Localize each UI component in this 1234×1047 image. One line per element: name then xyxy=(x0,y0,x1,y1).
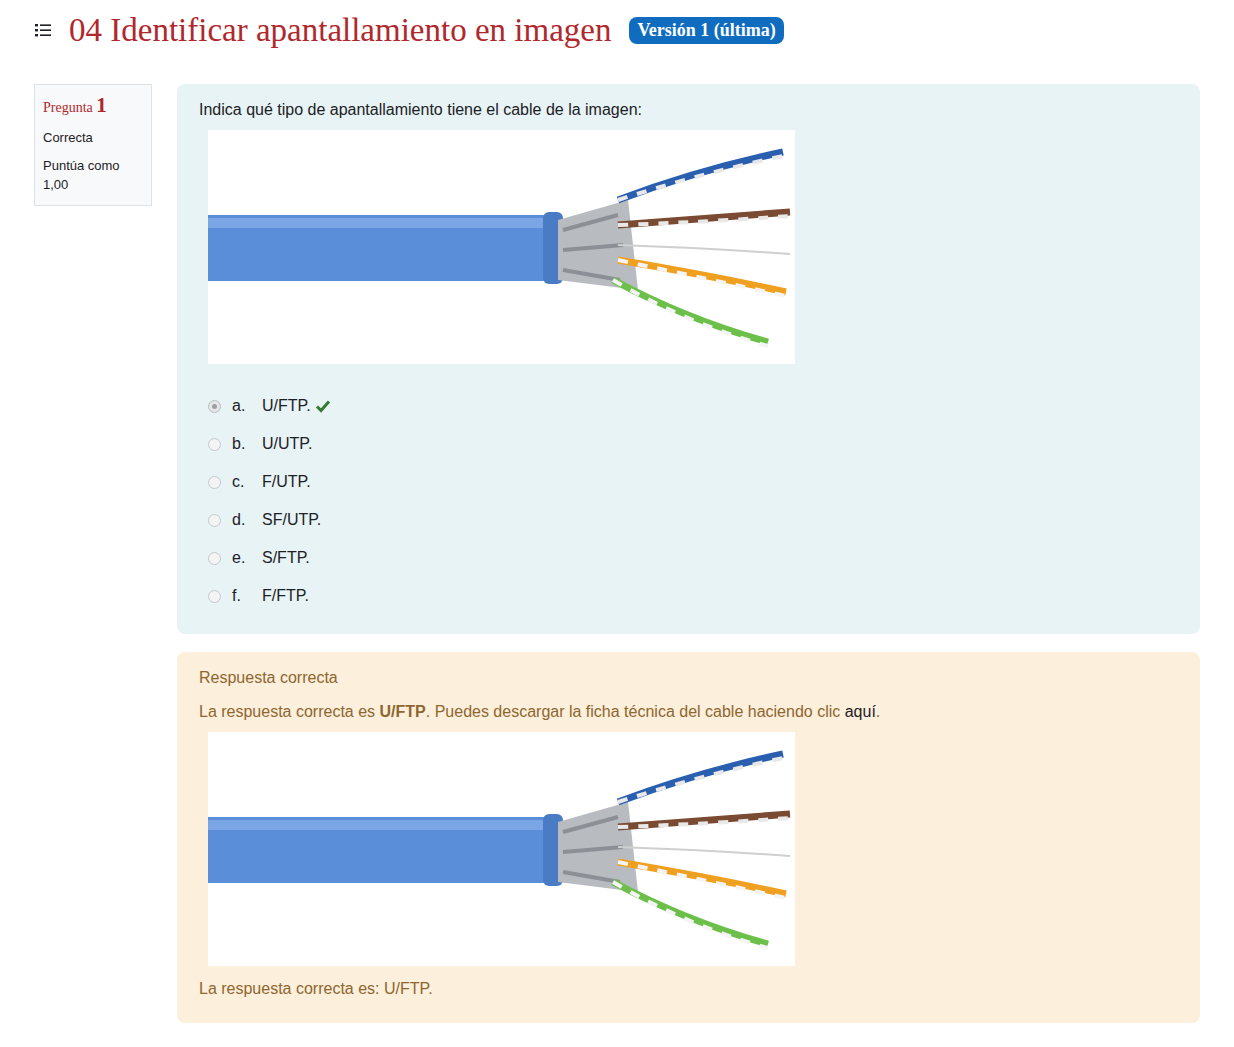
option-text: S/FTP. xyxy=(262,549,310,567)
question-row: Pregunta 1 Correcta Puntúa como1,00 Indica … xyxy=(34,84,1200,1023)
question-column: Indica qué tipo de apantallamiento tiene… xyxy=(177,84,1200,1023)
radio-button[interactable] xyxy=(208,514,221,527)
option-text: SF/UTP. xyxy=(262,511,321,529)
option-letter: b. xyxy=(232,435,262,453)
correct-answer: U/FTP xyxy=(380,703,426,720)
option-letter: c. xyxy=(232,473,262,491)
feedback-heading: Respuesta correcta xyxy=(199,668,1178,688)
answer-option[interactable]: c.F/UTP. xyxy=(208,470,1178,494)
answer-options: a.U/FTP. b.U/UTP. c.F/UTP. d.SF/UTP. e.S/FTP… xyxy=(208,394,1178,608)
question-info: Pregunta 1 Correcta Puntúa como1,00 xyxy=(34,84,152,206)
option-text: U/UTP. xyxy=(262,435,312,453)
answer-option[interactable]: b.U/UTP. xyxy=(208,432,1178,456)
question-grade: Puntúa como1,00 xyxy=(43,156,143,195)
question-text: Indica qué tipo de apantallamiento tiene… xyxy=(199,100,1178,120)
option-text: F/FTP. xyxy=(262,587,309,605)
version-badge: Versión 1 (última) xyxy=(629,17,783,44)
question-number: Pregunta 1 xyxy=(43,93,143,118)
check-icon xyxy=(315,398,331,414)
cable-photo-labelled xyxy=(208,732,795,966)
option-letter: f. xyxy=(232,587,262,605)
quiz-review-page: 04 Identificar apantallamiento en imagen… xyxy=(0,0,1234,1047)
option-letter: e. xyxy=(232,549,262,567)
feedback-segment: . Puedes descargar la ficha técnica del … xyxy=(426,703,845,720)
answer-option[interactable]: d.SF/UTP. xyxy=(208,508,1178,532)
option-letter: a. xyxy=(232,397,262,415)
feedback-segment: La respuesta correcta es xyxy=(199,703,380,720)
option-text: U/FTP. xyxy=(262,397,311,415)
radio-button[interactable] xyxy=(208,400,221,413)
option-text: F/UTP. xyxy=(262,473,311,491)
question-status: Correcta xyxy=(43,128,143,148)
answer-option[interactable]: f.F/FTP. xyxy=(208,584,1178,608)
radio-button[interactable] xyxy=(208,438,221,451)
feedback-segment: . xyxy=(876,703,880,720)
answer-option[interactable]: e.S/FTP. xyxy=(208,546,1178,570)
cable-icon xyxy=(208,130,795,364)
option-letter: d. xyxy=(232,511,262,529)
page-header: 04 Identificar apantallamiento en imagen… xyxy=(34,10,1200,50)
cable-photo xyxy=(208,130,795,364)
feedback-answer: La respuesta correcta es: U/FTP. xyxy=(199,979,1178,999)
answer-option[interactable]: a.U/FTP. xyxy=(208,394,1178,418)
question-box: Indica qué tipo de apantallamiento tiene… xyxy=(177,84,1200,634)
radio-button[interactable] xyxy=(208,590,221,603)
datasheet-link[interactable]: aquí xyxy=(845,703,876,720)
list-icon[interactable] xyxy=(35,22,51,38)
page-title: 04 Identificar apantallamiento en imagen xyxy=(69,12,611,49)
cable-icon xyxy=(208,732,795,966)
feedback-text: La respuesta correcta es U/FTP. Puedes d… xyxy=(199,702,1178,722)
radio-button[interactable] xyxy=(208,552,221,565)
feedback-box: Respuesta correcta La respuesta correcta … xyxy=(177,652,1200,1023)
radio-button[interactable] xyxy=(208,476,221,489)
